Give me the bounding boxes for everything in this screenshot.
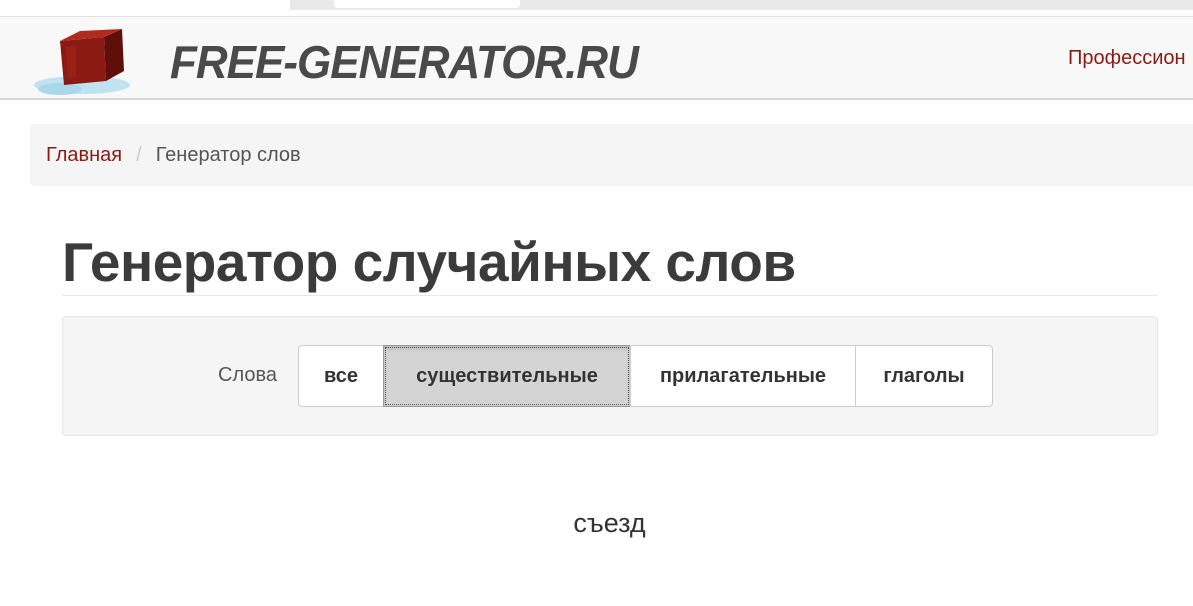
breadcrumb: Главная / Генератор слов xyxy=(30,124,1193,186)
browser-active-tab[interactable] xyxy=(334,0,520,8)
site-header: FREE-GENERATOR.RU Профессион xyxy=(0,16,1193,100)
breadcrumb-separator: / xyxy=(136,143,142,166)
filter-label: Слова xyxy=(218,364,277,386)
nav-link-professional[interactable]: Профессион xyxy=(1068,47,1186,70)
title-divider xyxy=(62,295,1158,296)
generated-word: съезд xyxy=(573,508,646,538)
filter-button-adjectives[interactable]: прилагательные xyxy=(630,345,856,407)
page-title: Генератор случайных слов xyxy=(62,231,796,293)
breadcrumb-current: Генератор слов xyxy=(155,143,301,166)
cube-logo-icon xyxy=(34,29,130,95)
logo-text: FREE-GENERATOR.RU xyxy=(170,37,639,89)
browser-top-strip xyxy=(0,0,1193,14)
word-type-button-group: все существительные прилагательные глаго… xyxy=(298,345,993,407)
filter-button-nouns[interactable]: существительные xyxy=(383,345,631,407)
filter-button-all[interactable]: все xyxy=(298,345,384,407)
word-type-filter-panel: Слова все существительные прилагательные… xyxy=(62,316,1158,436)
breadcrumb-home-link[interactable]: Главная xyxy=(46,144,122,167)
filter-button-verbs[interactable]: глаголы xyxy=(855,345,993,407)
site-logo[interactable]: FREE-GENERATOR.RU xyxy=(30,19,639,99)
